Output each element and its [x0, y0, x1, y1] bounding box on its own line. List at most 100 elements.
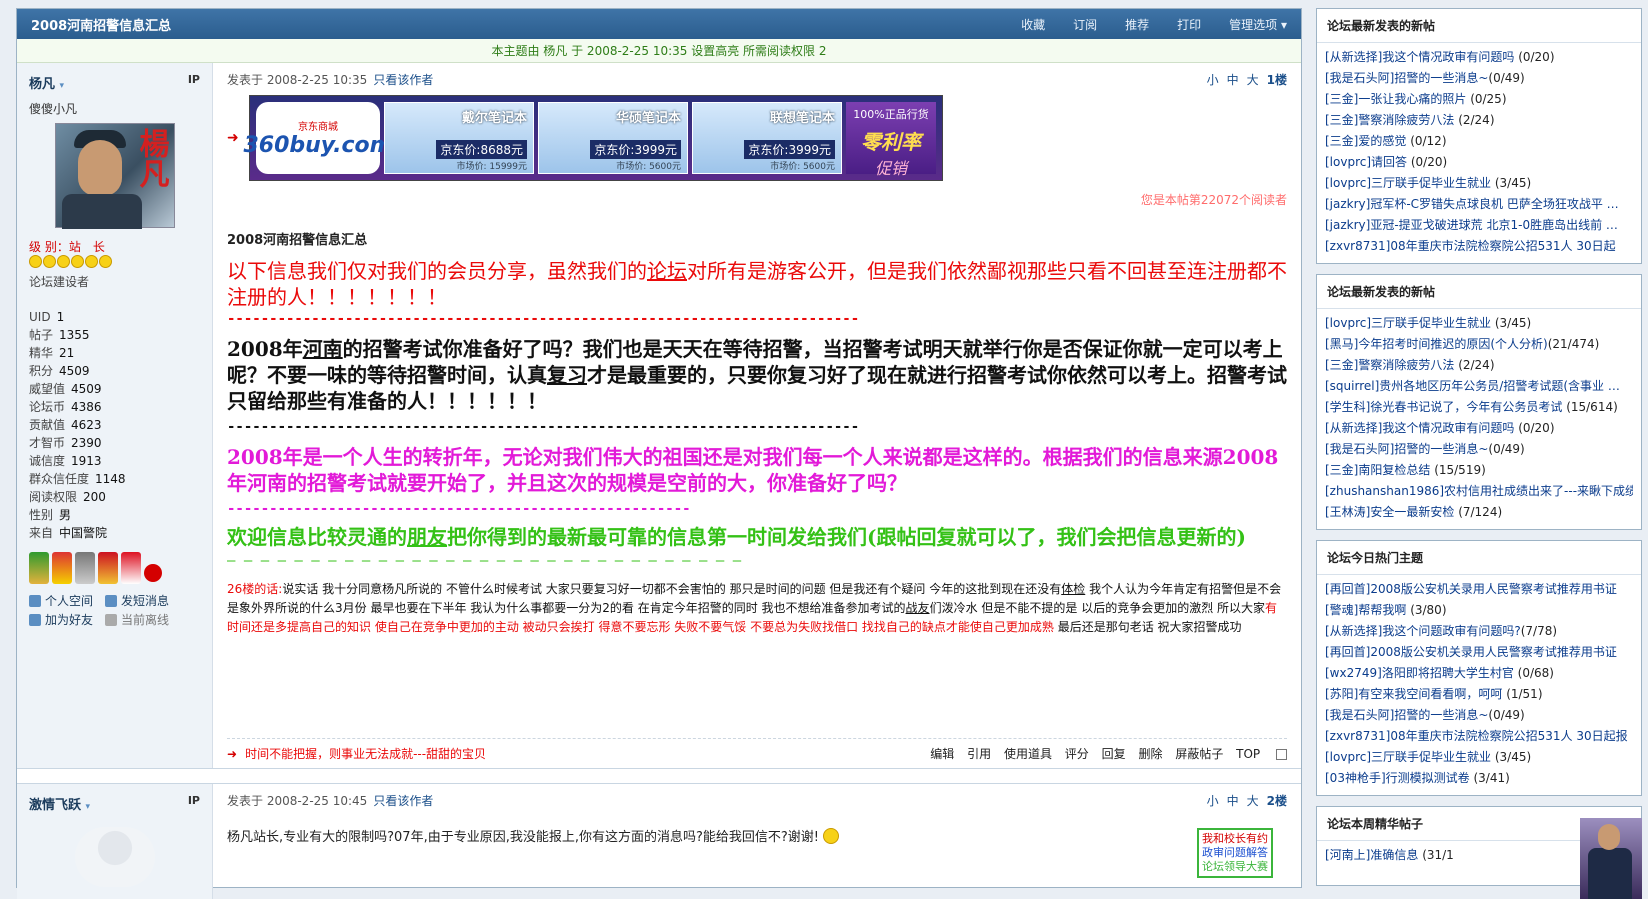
delete-button[interactable]: 删除: [1138, 747, 1162, 761]
author-name-2[interactable]: 激情飞跃 ▾: [29, 794, 90, 813]
highlight-notice: 本主题由 杨凡 于 2008-2-25 10:35 设置高亮 所需阅读权限 2: [17, 39, 1301, 63]
post-2: 激情飞跃 ▾ IP 发表于 2008-2-25 10:45 只看该作者 小中大 2楼…: [17, 783, 1301, 899]
ad-item-lenovo: 联想笔记本 京东价:3999元 市场价: 5600元: [692, 102, 842, 174]
font-large-link[interactable]: 大: [1247, 73, 1259, 87]
print-button[interactable]: 打印: [1177, 16, 1201, 33]
list-item[interactable]: [lovprc]三厅联手促毕业生就业 (3/45): [1325, 173, 1633, 194]
stat-coins: 论坛币 4386: [29, 400, 102, 414]
user-stats: UID 1 帖子 1355 精华 21 积分 4509 威望值 4509 论坛币 4386 …: [29, 308, 200, 542]
list-item[interactable]: [从新选择]我这个情况政审有问题吗 (0/20): [1325, 47, 1633, 68]
medal-icon: [52, 552, 72, 584]
list-item[interactable]: [squirrel]贵州各地区历年公务员/招警考试题(含事业 …: [1325, 376, 1633, 397]
list-item[interactable]: [再回首]2008版公安机关录用人民警察考试推荐用书证: [1325, 579, 1633, 600]
post-meta-2: 发表于 2008-2-25 10:45 只看该作者 小中大 2楼: [227, 790, 1287, 810]
list-item[interactable]: [zxvr8731]08年重庆市法院检察院公招531人 30日起: [1325, 236, 1633, 257]
list-item[interactable]: [三金]警察消除疲劳八法 (2/24): [1325, 355, 1633, 376]
top-button[interactable]: TOP: [1236, 747, 1260, 761]
comrade-link[interactable]: 战友: [906, 601, 930, 615]
list-item[interactable]: [苏阳]有空来我空间看看啊，呵呵 (1/51): [1325, 684, 1633, 705]
user-group: 论坛建设者: [29, 275, 90, 289]
list-item[interactable]: [王林涛]安全一最新安检 (7/124): [1325, 502, 1633, 523]
list-item[interactable]: [jazkry]亚冠-提亚戈破进球荒 北京1-0胜鹿岛出线前 …: [1325, 215, 1633, 236]
quote-tag: 26楼的话:: [227, 582, 283, 596]
list-item[interactable]: [三金]南阳复检总结 (15/519): [1325, 460, 1633, 481]
jd-logo: 京东商城 360buy.com: [243, 102, 393, 174]
offline-status: 当前离线: [105, 611, 175, 630]
quoted-reply: 26楼的话:说实话 我十分同意杨凡所说的 不管什么时候考试 大家只要复习好一切都…: [227, 582, 1282, 634]
manage-options-menu[interactable]: 管理选项 ▾: [1229, 16, 1287, 33]
recommend-button[interactable]: 推荐: [1125, 16, 1149, 33]
list-item[interactable]: [再回首]2008版公安机关录用人民警察考试推荐用书证: [1325, 642, 1633, 663]
smiley-icon: [85, 255, 98, 268]
post-1: 杨凡 ▾ IP 傻傻小凡 楊凡 级 别：站 长 论坛建设者 UID1 帖子1: [17, 63, 1301, 769]
subscribe-button[interactable]: 订阅: [1073, 16, 1097, 33]
list-item[interactable]: [我是石头阿]招警的一些消息~(0/49): [1325, 705, 1633, 726]
list-item[interactable]: [三金]一张让我心痛的照片 (0/25): [1325, 89, 1633, 110]
ip-label[interactable]: IP: [188, 73, 200, 92]
post-date-2: 发表于 2008-2-25 10:45: [227, 793, 368, 808]
list-item[interactable]: [学生科]徐光春书记说了，今年有公务员考试 (15/614): [1325, 397, 1633, 418]
default-avatar: [74, 827, 155, 887]
list-item[interactable]: [三金]爱的感觉 (0/12): [1325, 131, 1633, 152]
side-ad[interactable]: 我和校长有约 政审问题解答 论坛领导大赛: [1197, 828, 1273, 878]
panel-hot-topics: 论坛今日热门主题 [再回首]2008版公安机关录用人民警察考试推荐用书证 [警魂…: [1316, 540, 1642, 796]
post-title: 2008河南招警信息汇总: [227, 233, 368, 248]
font-large-link-2[interactable]: 大: [1247, 794, 1259, 808]
list-item[interactable]: [lovprc]三厅联手促毕业生就业 (3/45): [1325, 747, 1633, 768]
edit-button[interactable]: 编辑: [930, 747, 954, 761]
quote-button[interactable]: 引用: [967, 747, 991, 761]
author-name[interactable]: 杨凡 ▾: [29, 73, 64, 92]
reply-button[interactable]: 回复: [1102, 747, 1126, 761]
medal-icon: [121, 552, 141, 584]
list-item[interactable]: [警魂]帮帮我啊 (3/80): [1325, 600, 1633, 621]
list-item[interactable]: [lovprc]请回答 (0/20): [1325, 152, 1633, 173]
henan-link[interactable]: 河南: [303, 337, 343, 361]
list-item[interactable]: [lovprc]三厅联手促毕业生就业 (3/45): [1325, 313, 1633, 334]
physical-exam-link[interactable]: 体检: [1061, 582, 1085, 596]
only-author-link-2[interactable]: 只看该作者: [373, 794, 433, 808]
paragraph-3: 2008年是一个人生的转折年，无论对我们伟大的祖国还是对我们每一个人来说都是这样…: [227, 445, 1279, 495]
panel-newest-posts-2: 论坛最新发表的新帖 [lovprc]三厅联手促毕业生就业 (3/45) [黑马]…: [1316, 274, 1642, 530]
list-item[interactable]: [zxvr8731]08年重庆市法院检察院公招531人 30日起报: [1325, 726, 1633, 747]
medal-icon: [29, 552, 49, 584]
font-medium-link-2[interactable]: 中: [1227, 794, 1239, 808]
list-item[interactable]: [03神枪手]行测模拟测试卷 (3/41): [1325, 768, 1633, 789]
list-item[interactable]: [黑马]今年招考时间推迟的原因(个人分析)(21/474): [1325, 334, 1633, 355]
review-link[interactable]: 复习: [547, 363, 587, 387]
ad-banner[interactable]: 京东商城 360buy.com 戴尔笔记本 京东价:8688元 市场价: 15999元…: [243, 95, 943, 181]
list-item[interactable]: [jazkry]冠军杯-C罗错失点球良机 巴萨全场狂攻战平 …: [1325, 194, 1633, 215]
personal-space-link[interactable]: 个人空间: [29, 592, 99, 611]
list-item[interactable]: [zhushanshan1986]农村信用社成绩出来了---来瞅下成绩: [1325, 481, 1633, 502]
select-post-checkbox[interactable]: [1276, 749, 1287, 760]
block-post-button[interactable]: 屏蔽帖子: [1175, 747, 1223, 761]
send-message-link[interactable]: 发短消息: [105, 592, 175, 611]
panel-title: 论坛最新发表的新帖: [1317, 9, 1641, 43]
floor-number[interactable]: 1楼: [1267, 73, 1287, 87]
friend-link[interactable]: 朋友: [407, 525, 447, 549]
add-friend-link[interactable]: 加为好友: [29, 611, 99, 630]
font-medium-link[interactable]: 中: [1227, 73, 1239, 87]
list-item[interactable]: [从新选择]我这个问题政审有问题吗?(7/78): [1325, 621, 1633, 642]
avatar-uniform: [61, 194, 142, 229]
list-item[interactable]: [从新选择]我这个情况政审有问题吗 (0/20): [1325, 418, 1633, 439]
ad-row: ➜ 京东商城 360buy.com 戴尔笔记本 京东价:8688元 市场价: 1599…: [227, 95, 1287, 181]
forum-link[interactable]: 论坛: [647, 259, 687, 283]
use-tool-button[interactable]: 使用道具: [1004, 747, 1052, 761]
post-content: 发表于 2008-2-25 10:35 只看该作者 小中大 1楼 ➜ 京东商城 360…: [213, 63, 1301, 768]
rate-button[interactable]: 评分: [1065, 747, 1089, 761]
paragraph-1: 以下信息我们仅对我们的会员分享，虽然我们的论坛对所有是游客公开，但是我们依然鄙视…: [227, 259, 1287, 309]
font-small-link[interactable]: 小: [1207, 73, 1219, 87]
list-item[interactable]: [我是石头阿]招警的一些消息~(0/49): [1325, 68, 1633, 89]
font-small-link-2[interactable]: 小: [1207, 794, 1219, 808]
divider-3: ----------------------------------------…: [227, 501, 691, 517]
ip-label-2[interactable]: IP: [188, 794, 200, 813]
stat-posts: 帖子 1355: [29, 328, 90, 342]
only-author-link[interactable]: 只看该作者: [373, 73, 433, 87]
floating-mascot[interactable]: [1580, 818, 1642, 899]
links-row-2: 加为好友 当前离线: [29, 611, 200, 630]
list-item[interactable]: [三金]警察消除疲劳八法 (2/24): [1325, 110, 1633, 131]
list-item[interactable]: [wx2749]洛阳即将招聘大学生村官 (0/68): [1325, 663, 1633, 684]
list-item[interactable]: [我是石头阿]招警的一些消息~(0/49): [1325, 439, 1633, 460]
floor-number-2[interactable]: 2楼: [1267, 794, 1287, 808]
favorite-button[interactable]: 收藏: [1021, 16, 1045, 33]
